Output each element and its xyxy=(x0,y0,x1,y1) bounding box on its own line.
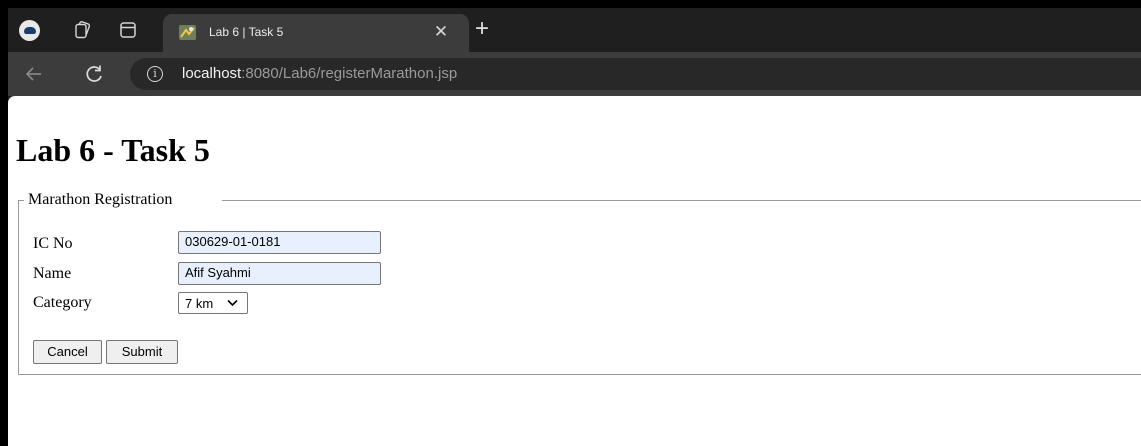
name-label: Name xyxy=(33,265,72,282)
tab-actions-icon[interactable] xyxy=(119,21,137,39)
lab-favicon-icon xyxy=(179,25,196,40)
fieldset-legend: Marathon Registration xyxy=(28,191,173,208)
close-icon[interactable]: ✕ xyxy=(431,22,451,42)
fieldset-border xyxy=(222,200,1141,201)
ic-no-label: IC No xyxy=(33,235,73,252)
category-label: Category xyxy=(33,294,92,311)
page-title: Lab 6 - Task 5 xyxy=(16,132,210,168)
info-icon[interactable]: i xyxy=(147,66,163,82)
toolbar: i localhost:8080/Lab6/registerMarathon.j… xyxy=(8,52,1141,96)
url-text[interactable]: localhost:8080/Lab6/registerMarathon.jsp xyxy=(182,65,457,82)
workspaces-icon[interactable] xyxy=(73,21,91,39)
page-content: Lab 6 - Task 5 Marathon Registration IC … xyxy=(8,96,1141,446)
category-selected-value: 7 km xyxy=(185,296,214,311)
name-input[interactable]: Afif Syahmi xyxy=(178,262,381,285)
reload-icon[interactable] xyxy=(83,63,105,85)
submit-button[interactable]: Submit xyxy=(106,340,178,364)
cancel-button[interactable]: Cancel xyxy=(33,340,102,364)
category-select[interactable]: 7 km xyxy=(178,292,248,314)
browser-window: Lab 6 | Task 5 ✕ + i localhost:8080/Lab6… xyxy=(8,8,1141,446)
address-bar[interactable]: i localhost:8080/Lab6/registerMarathon.j… xyxy=(130,58,1141,90)
ic-no-input[interactable]: 030629-01-0181 xyxy=(178,231,381,254)
profile-avatar-icon[interactable] xyxy=(19,20,40,41)
url-path: :8080/Lab6/registerMarathon.jsp xyxy=(241,65,458,82)
plus-icon[interactable]: + xyxy=(471,17,493,41)
chevron-down-icon xyxy=(227,299,238,307)
registration-fieldset xyxy=(18,200,1141,375)
tab-title: Lab 6 | Task 5 xyxy=(209,25,284,39)
tab-strip: Lab 6 | Task 5 ✕ + xyxy=(8,8,1141,52)
back-arrow-icon[interactable] xyxy=(23,63,45,85)
fieldset-border xyxy=(18,200,24,201)
url-host: localhost xyxy=(182,65,242,82)
tab-lab6-task5[interactable]: Lab 6 | Task 5 ✕ xyxy=(163,14,469,52)
